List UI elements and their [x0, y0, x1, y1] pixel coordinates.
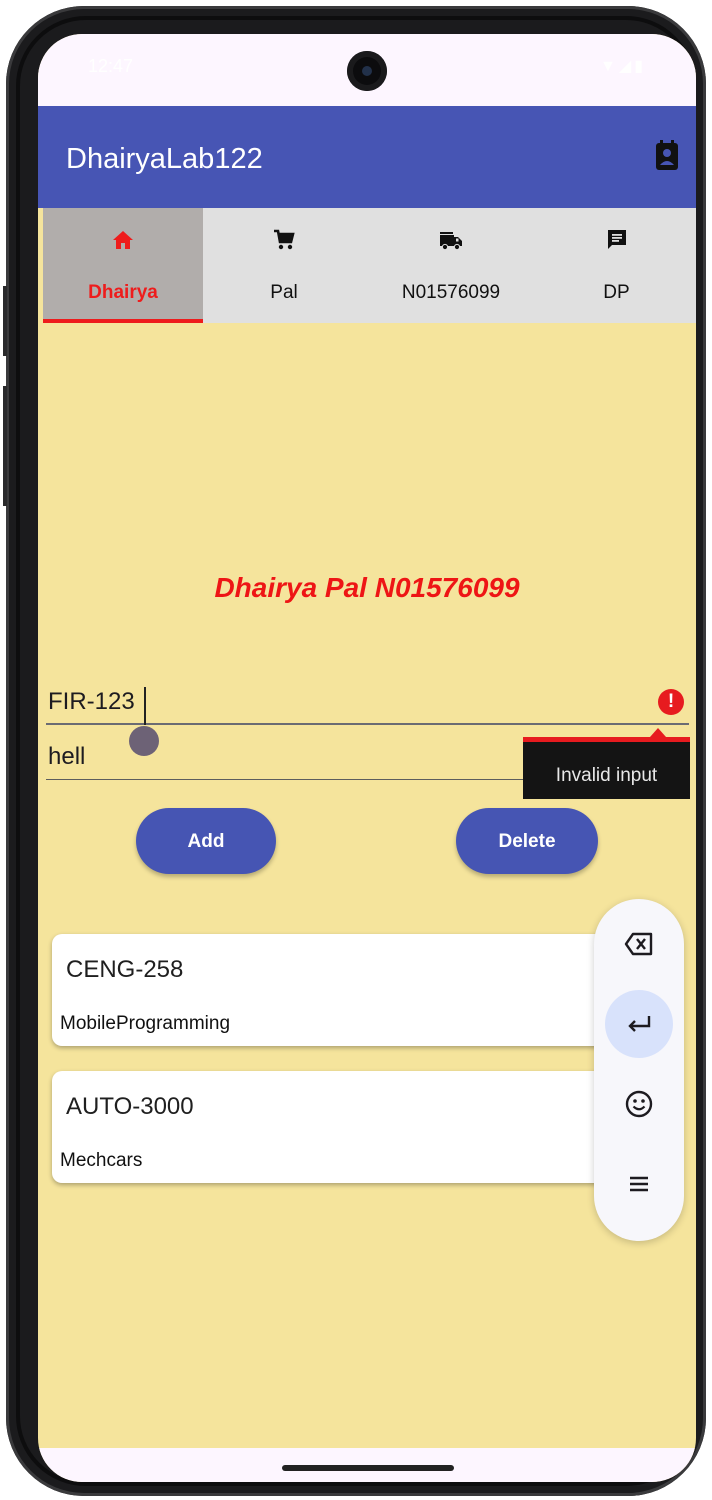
contact-card-icon[interactable]: [656, 140, 678, 170]
tab-label: N01576099: [401, 282, 501, 303]
text-cursor: [144, 687, 146, 725]
tab-dhairya[interactable]: Dhairya: [43, 208, 203, 323]
tab-label: DP: [603, 282, 630, 303]
student-headline: Dhairya Pal N01576099: [214, 572, 520, 603]
backspace-button[interactable]: [605, 910, 673, 978]
delete-button[interactable]: Delete: [456, 808, 598, 874]
keyboard-toolbar: [594, 899, 684, 1241]
course-card-name: MobileProgramming: [60, 1013, 231, 1034]
tab-label: Dhairya: [88, 282, 158, 303]
tooltip-arrow: [650, 728, 666, 737]
message-icon: [607, 230, 626, 249]
course-card-name: Mechcars: [60, 1150, 143, 1171]
add-button[interactable]: Add: [136, 808, 276, 874]
tab-dp[interactable]: DP: [537, 208, 696, 323]
status-icons: ▼◢▮: [600, 58, 646, 75]
tab-n01576099[interactable]: N01576099: [365, 208, 537, 323]
course-card[interactable]: CENG-258 MobileProgramming: [52, 934, 612, 1046]
error-tooltip: Invalid input: [523, 737, 690, 799]
emoji-icon: [625, 1090, 653, 1118]
status-time: 12:47: [88, 56, 134, 76]
course-code-value: FIR-123: [48, 688, 135, 715]
course-name-value: hell: [48, 743, 86, 770]
tab-label: Pal: [270, 282, 298, 303]
enter-button[interactable]: [605, 990, 673, 1058]
course-card-code: AUTO-3000: [66, 1093, 194, 1120]
course-card-code: CENG-258: [66, 956, 184, 983]
home-icon: [113, 231, 133, 249]
tab-indicator: [43, 319, 203, 323]
front-camera: [347, 51, 387, 91]
error-icon: !: [658, 689, 684, 715]
app-screen: 12:47 ▼◢▮ DhairyaLab122 Dhairya Pal N015…: [38, 34, 696, 1482]
enter-icon: [628, 1016, 651, 1032]
app-bar: DhairyaLab122: [38, 106, 696, 208]
course-card[interactable]: AUTO-3000 Mechcars: [52, 1071, 612, 1183]
tab-bar: Dhairya Pal N01576099 DP: [43, 208, 696, 323]
course-code-underline: [46, 723, 689, 725]
fire-truck-icon: [440, 232, 462, 251]
menu-icon: [630, 1176, 648, 1192]
side-button: [3, 386, 7, 506]
tab-pal[interactable]: Pal: [203, 208, 365, 323]
backspace-icon: [624, 932, 653, 956]
course-code-field[interactable]: FIR-123: [46, 684, 689, 724]
side-button: [3, 286, 7, 356]
menu-button[interactable]: [605, 1150, 673, 1218]
app-title: DhairyaLab122: [66, 143, 263, 175]
error-message: Invalid input: [555, 765, 658, 786]
emoji-button[interactable]: [605, 1070, 673, 1138]
home-gesture-pill[interactable]: [282, 1465, 454, 1471]
shopping-cart-icon: [274, 229, 295, 250]
